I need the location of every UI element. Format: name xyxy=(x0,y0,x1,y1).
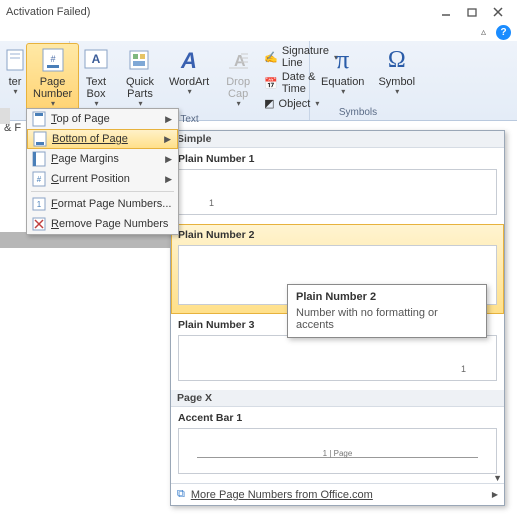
date-icon: 📅 xyxy=(264,77,278,90)
help-icon[interactable]: ? xyxy=(496,25,511,40)
gallery-header-pagex: Page X xyxy=(171,390,504,407)
page-number-icon: # xyxy=(38,46,68,74)
gallery-item-accent-bar-1[interactable]: Accent Bar 1 1 | Page xyxy=(171,407,504,483)
gallery-item-label: Plain Number 1 xyxy=(178,153,497,165)
submenu-arrow-icon: ▶ xyxy=(164,134,171,145)
quick-parts-icon xyxy=(125,46,155,74)
gallery-footer-label: More Page Numbers from Office.com xyxy=(191,489,373,501)
page-number-menu: Top of Page ▶ Bottom of Page ▶ Page Marg… xyxy=(26,108,179,235)
omega-icon: Ω xyxy=(382,46,412,74)
quick-parts-button[interactable]: Quick Parts▾ xyxy=(118,43,162,112)
svg-text:A: A xyxy=(180,48,197,72)
gallery-preview: 1 | Page xyxy=(178,428,497,474)
window-title: Activation Failed) xyxy=(6,6,433,18)
remove-icon xyxy=(27,217,51,231)
drop-cap-label: Drop Cap xyxy=(226,76,250,100)
wordart-button[interactable]: A WordArt▾ xyxy=(162,43,216,100)
text-box-label: Text Box xyxy=(86,76,106,100)
dropdown-caret-icon: ▾ xyxy=(13,88,17,97)
drop-cap-button: A Drop Cap▾ xyxy=(216,43,260,112)
margins-icon xyxy=(27,151,51,167)
group-symbols-label: Symbols xyxy=(310,107,406,120)
gallery-footer-more[interactable]: ⧉ More Page Numbers from Office.com ▶ xyxy=(171,483,504,505)
menu-current-position[interactable]: # Current Position ▶ xyxy=(27,169,178,189)
menu-remove-page-numbers[interactable]: Remove Page Numbers xyxy=(27,214,178,234)
page-number-label: Page Number xyxy=(33,76,72,100)
menu-top-of-page[interactable]: Top of Page ▶ xyxy=(27,109,178,129)
format-icon: 1 xyxy=(27,197,51,211)
top-icon xyxy=(27,111,51,127)
scroll-down-icon[interactable]: ▼ xyxy=(493,473,502,483)
tooltip: Plain Number 2 Number with no formatting… xyxy=(287,284,487,338)
close-button[interactable] xyxy=(485,6,511,18)
equation-button[interactable]: π Equation▾ xyxy=(314,43,371,100)
title-bar: Activation Failed) xyxy=(0,0,517,23)
gallery-item-label: Accent Bar 1 xyxy=(178,412,497,424)
text-box-button[interactable]: A Text Box▾ xyxy=(74,43,118,112)
object-label: Object xyxy=(279,98,311,110)
current-icon: # xyxy=(27,171,51,187)
wordart-icon: A xyxy=(174,46,204,74)
signature-icon: ✍ xyxy=(264,51,278,64)
svg-text:#: # xyxy=(50,54,55,64)
svg-text:#: # xyxy=(37,175,42,184)
text-box-icon: A xyxy=(81,46,111,74)
gallery-item-label: Plain Number 2 xyxy=(178,229,497,241)
pi-icon: π xyxy=(328,46,358,74)
drop-cap-icon: A xyxy=(223,46,253,74)
submenu-arrow-icon: ▶ xyxy=(165,174,172,185)
menu-separator xyxy=(31,191,174,192)
gallery-preview: 1 xyxy=(178,169,497,215)
office-icon: ⧉ xyxy=(177,488,185,501)
restore-button[interactable] xyxy=(459,6,485,18)
tooltip-title: Plain Number 2 xyxy=(296,291,478,303)
minimize-button[interactable] xyxy=(433,6,459,18)
help-row: ▵ ? xyxy=(0,23,517,41)
svg-text:1: 1 xyxy=(37,200,42,209)
menu-page-margins[interactable]: Page Margins ▶ xyxy=(27,149,178,169)
menu-format-page-numbers[interactable]: 1 Format Page Numbers... xyxy=(27,194,178,214)
quick-parts-label: Quick Parts xyxy=(126,76,154,100)
submenu-arrow-icon: ▶ xyxy=(165,114,172,125)
gallery-header-simple: Simple xyxy=(171,131,504,148)
menu-bottom-of-page[interactable]: Bottom of Page ▶ xyxy=(27,129,178,149)
submenu-arrow-icon: ▶ xyxy=(492,490,498,499)
object-icon: ◩ xyxy=(264,97,274,110)
symbol-button[interactable]: Ω Symbol▾ xyxy=(371,43,422,100)
gallery-item-plain-1[interactable]: Plain Number 1 1 xyxy=(171,148,504,224)
gallery-preview: 1 xyxy=(178,335,497,381)
header-fragment-button[interactable]: ter ▾ xyxy=(4,43,26,100)
tooltip-body: Number with no formatting or accents xyxy=(296,307,478,331)
ribbon-caret-icon[interactable]: ▵ xyxy=(481,27,486,38)
doc-edge xyxy=(0,108,10,124)
bottom-icon xyxy=(28,131,52,147)
svg-text:A: A xyxy=(92,52,101,66)
submenu-arrow-icon: ▶ xyxy=(165,154,172,165)
